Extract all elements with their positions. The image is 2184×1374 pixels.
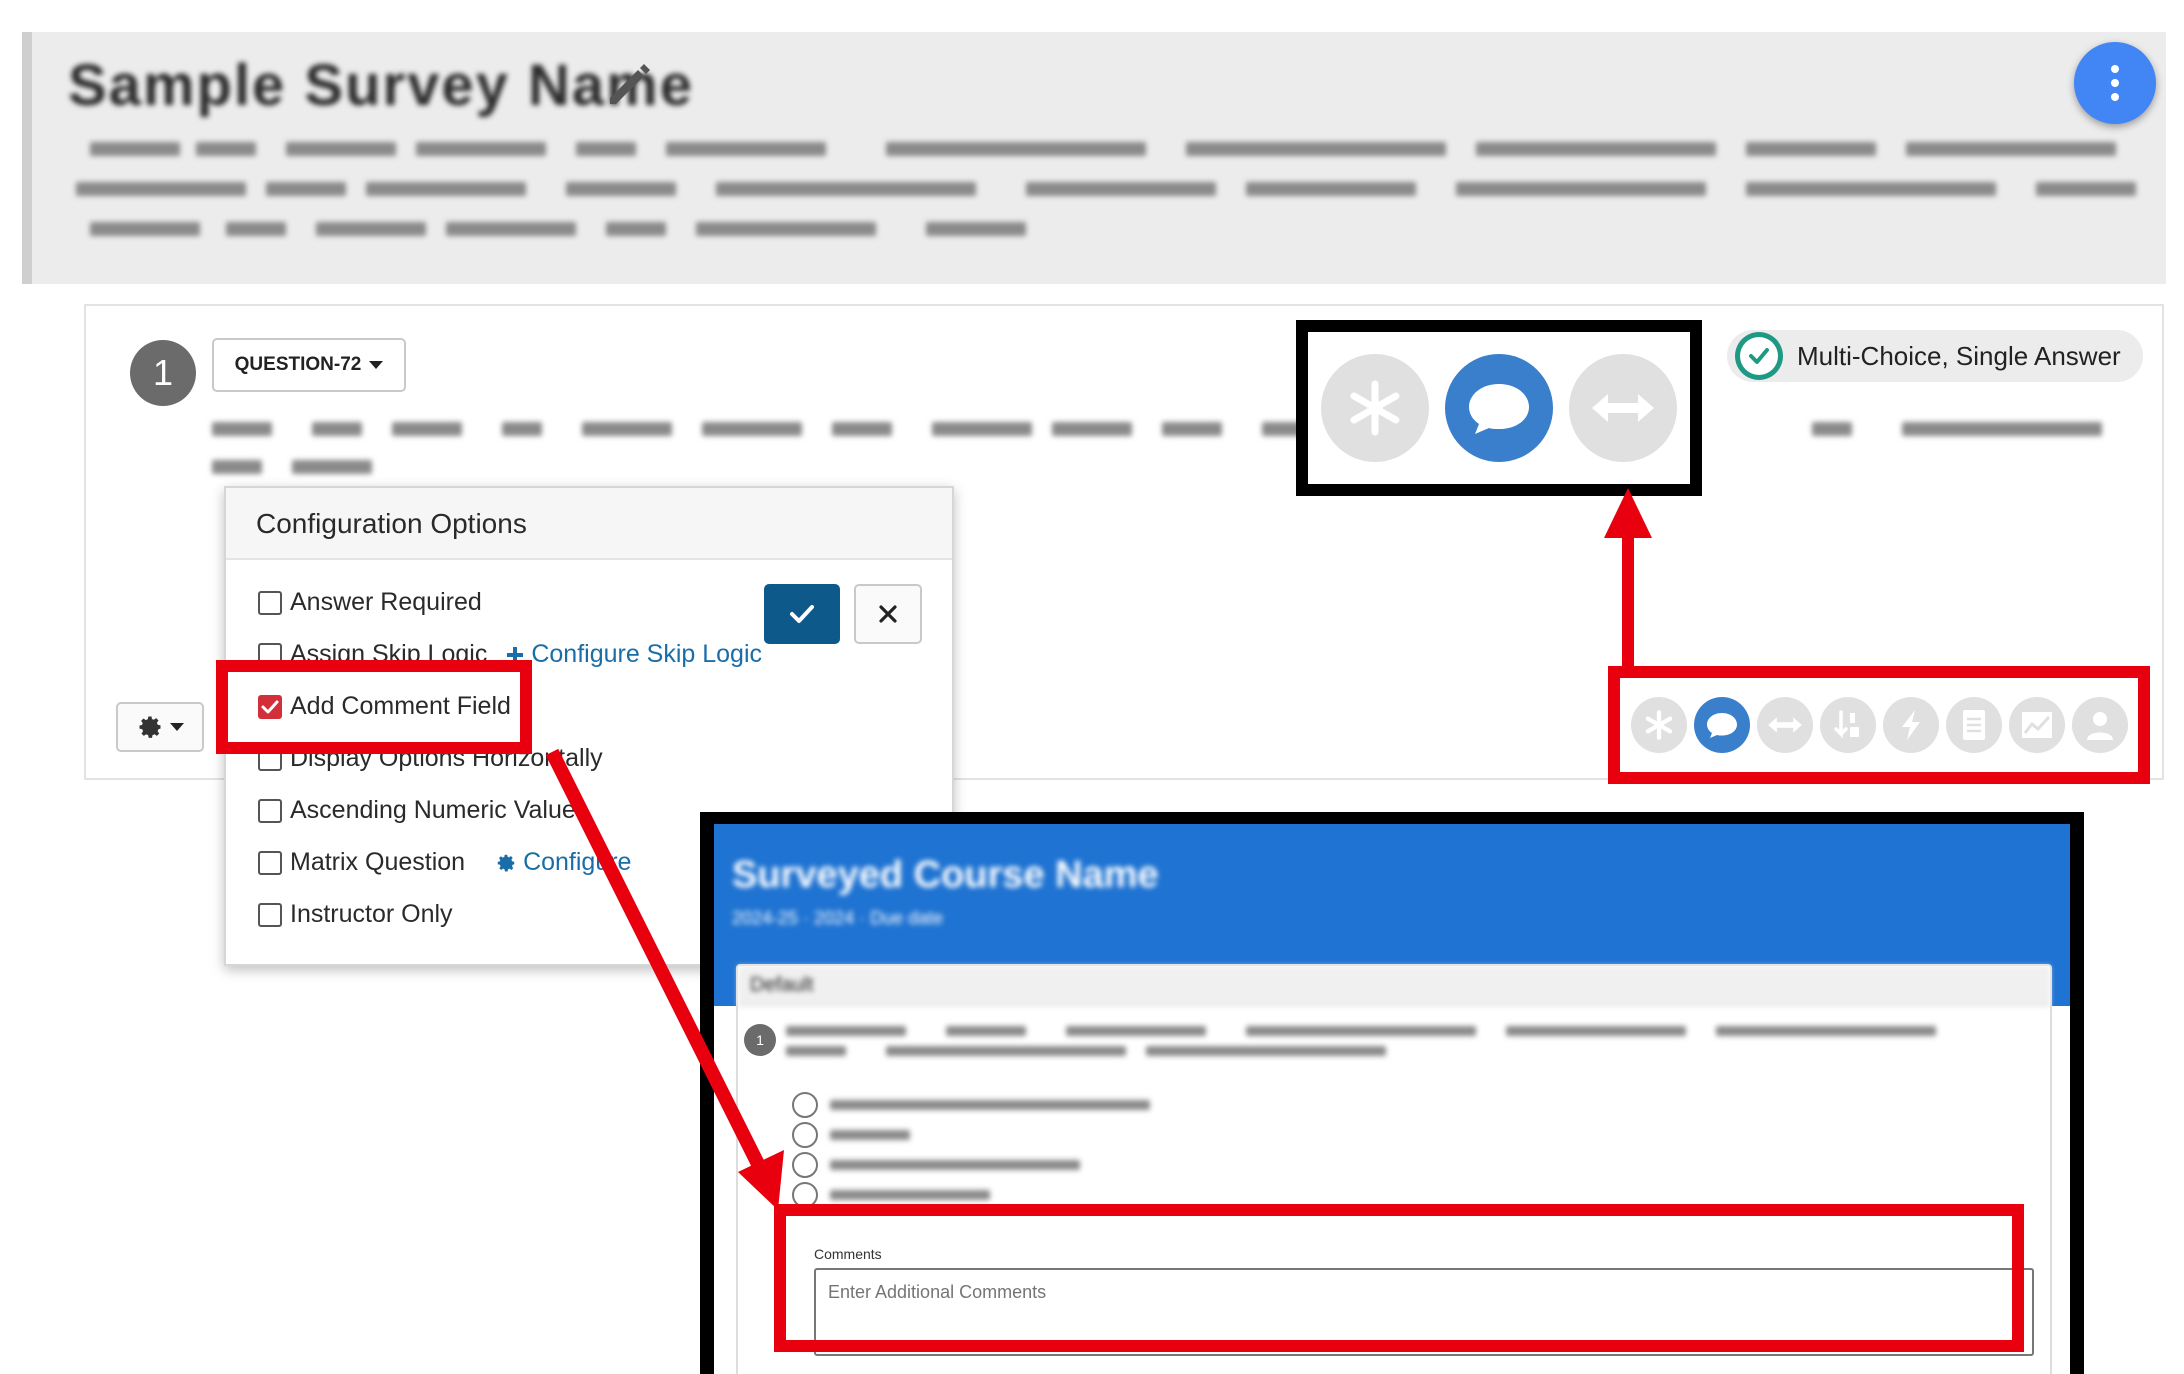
highlight-add-comment-field <box>216 660 532 754</box>
chart-icon[interactable] <box>2008 697 2065 753</box>
question-number: 1 <box>130 340 196 406</box>
survey-description <box>56 132 2156 272</box>
option-instructor-only[interactable]: Instructor Only <box>258 900 453 929</box>
user-icon[interactable] <box>2071 697 2128 753</box>
caret-down-icon <box>170 723 184 731</box>
popover-title: Configuration Options <box>226 488 952 560</box>
gear-icon <box>139 716 161 738</box>
settings-dropdown-button[interactable] <box>116 702 204 752</box>
confirm-button[interactable] <box>764 584 840 644</box>
preview-subtitle: 2024-25 · 2024 · Due date <box>732 908 944 928</box>
highlight-comments-field <box>774 1204 2024 1352</box>
comment-icon[interactable] <box>1693 697 1750 753</box>
question-id-label: QUESTION-72 <box>234 354 362 375</box>
survey-header: Sample Survey Name <box>22 32 2166 284</box>
ascending-numeric-checkbox[interactable] <box>258 798 282 823</box>
answer-option-radio[interactable] <box>792 1122 818 1148</box>
lightning-icon[interactable] <box>1882 697 1939 753</box>
option-ascending-numeric[interactable]: Ascending Numeric Values <box>258 796 588 825</box>
question-toolbar <box>1608 666 2150 784</box>
answer-required-label: Answer Required <box>290 588 482 616</box>
matrix-question-label: Matrix Question <box>290 848 466 876</box>
question-type-label: Multi-Choice, Single Answer <box>1797 340 2121 371</box>
option-matrix-question[interactable]: Matrix Question Configure <box>258 848 631 877</box>
configure-skip-logic-label: Configure Skip Logic <box>531 640 763 668</box>
answer-option-radio[interactable] <box>792 1152 818 1178</box>
sort-numeric-icon[interactable] <box>1819 697 1876 753</box>
vertical-dots-icon <box>2111 65 2119 101</box>
caret-down-icon <box>369 361 384 369</box>
option-answer-required[interactable]: Answer Required <box>258 588 482 617</box>
preview-section-title: Default <box>738 966 2050 1006</box>
asterisk-icon[interactable] <box>1630 697 1687 753</box>
question-type-badge: Multi-Choice, Single Answer <box>1727 330 2143 382</box>
close-icon <box>879 605 897 623</box>
edit-title-icon[interactable] <box>600 54 660 114</box>
document-icon[interactable] <box>1945 697 2002 753</box>
gear-icon <box>497 854 515 872</box>
cancel-button[interactable] <box>854 584 922 644</box>
comment-icon[interactable] <box>1445 354 1553 462</box>
question-text <box>212 414 2112 484</box>
arrows-horizontal-icon[interactable] <box>1756 697 1813 753</box>
preview-question-text <box>786 1024 1986 1064</box>
configure-skip-logic-link[interactable]: Configure Skip Logic <box>505 640 762 669</box>
answer-option-labels <box>830 1096 1230 1216</box>
answer-option-radio[interactable] <box>792 1092 818 1118</box>
preview-question-number: 1 <box>744 1024 776 1056</box>
instructor-only-checkbox[interactable] <box>258 902 282 927</box>
question-id-dropdown[interactable]: QUESTION-72 <box>212 338 406 392</box>
configure-matrix-link[interactable]: Configure <box>495 848 631 877</box>
asterisk-icon[interactable] <box>1321 354 1429 462</box>
check-circle-icon <box>1735 332 1783 380</box>
more-options-button[interactable] <box>2074 42 2156 124</box>
check-icon <box>790 605 814 623</box>
preview-title: Surveyed Course Name <box>732 854 1159 896</box>
matrix-question-checkbox[interactable] <box>258 850 282 875</box>
answer-required-checkbox[interactable] <box>258 590 282 615</box>
zoomed-icon-callout <box>1296 320 1702 496</box>
instructor-only-label: Instructor Only <box>290 900 453 928</box>
ascending-numeric-label: Ascending Numeric Values <box>290 796 589 824</box>
configure-matrix-label: Configure <box>523 848 632 876</box>
arrows-horizontal-icon[interactable] <box>1569 354 1677 462</box>
